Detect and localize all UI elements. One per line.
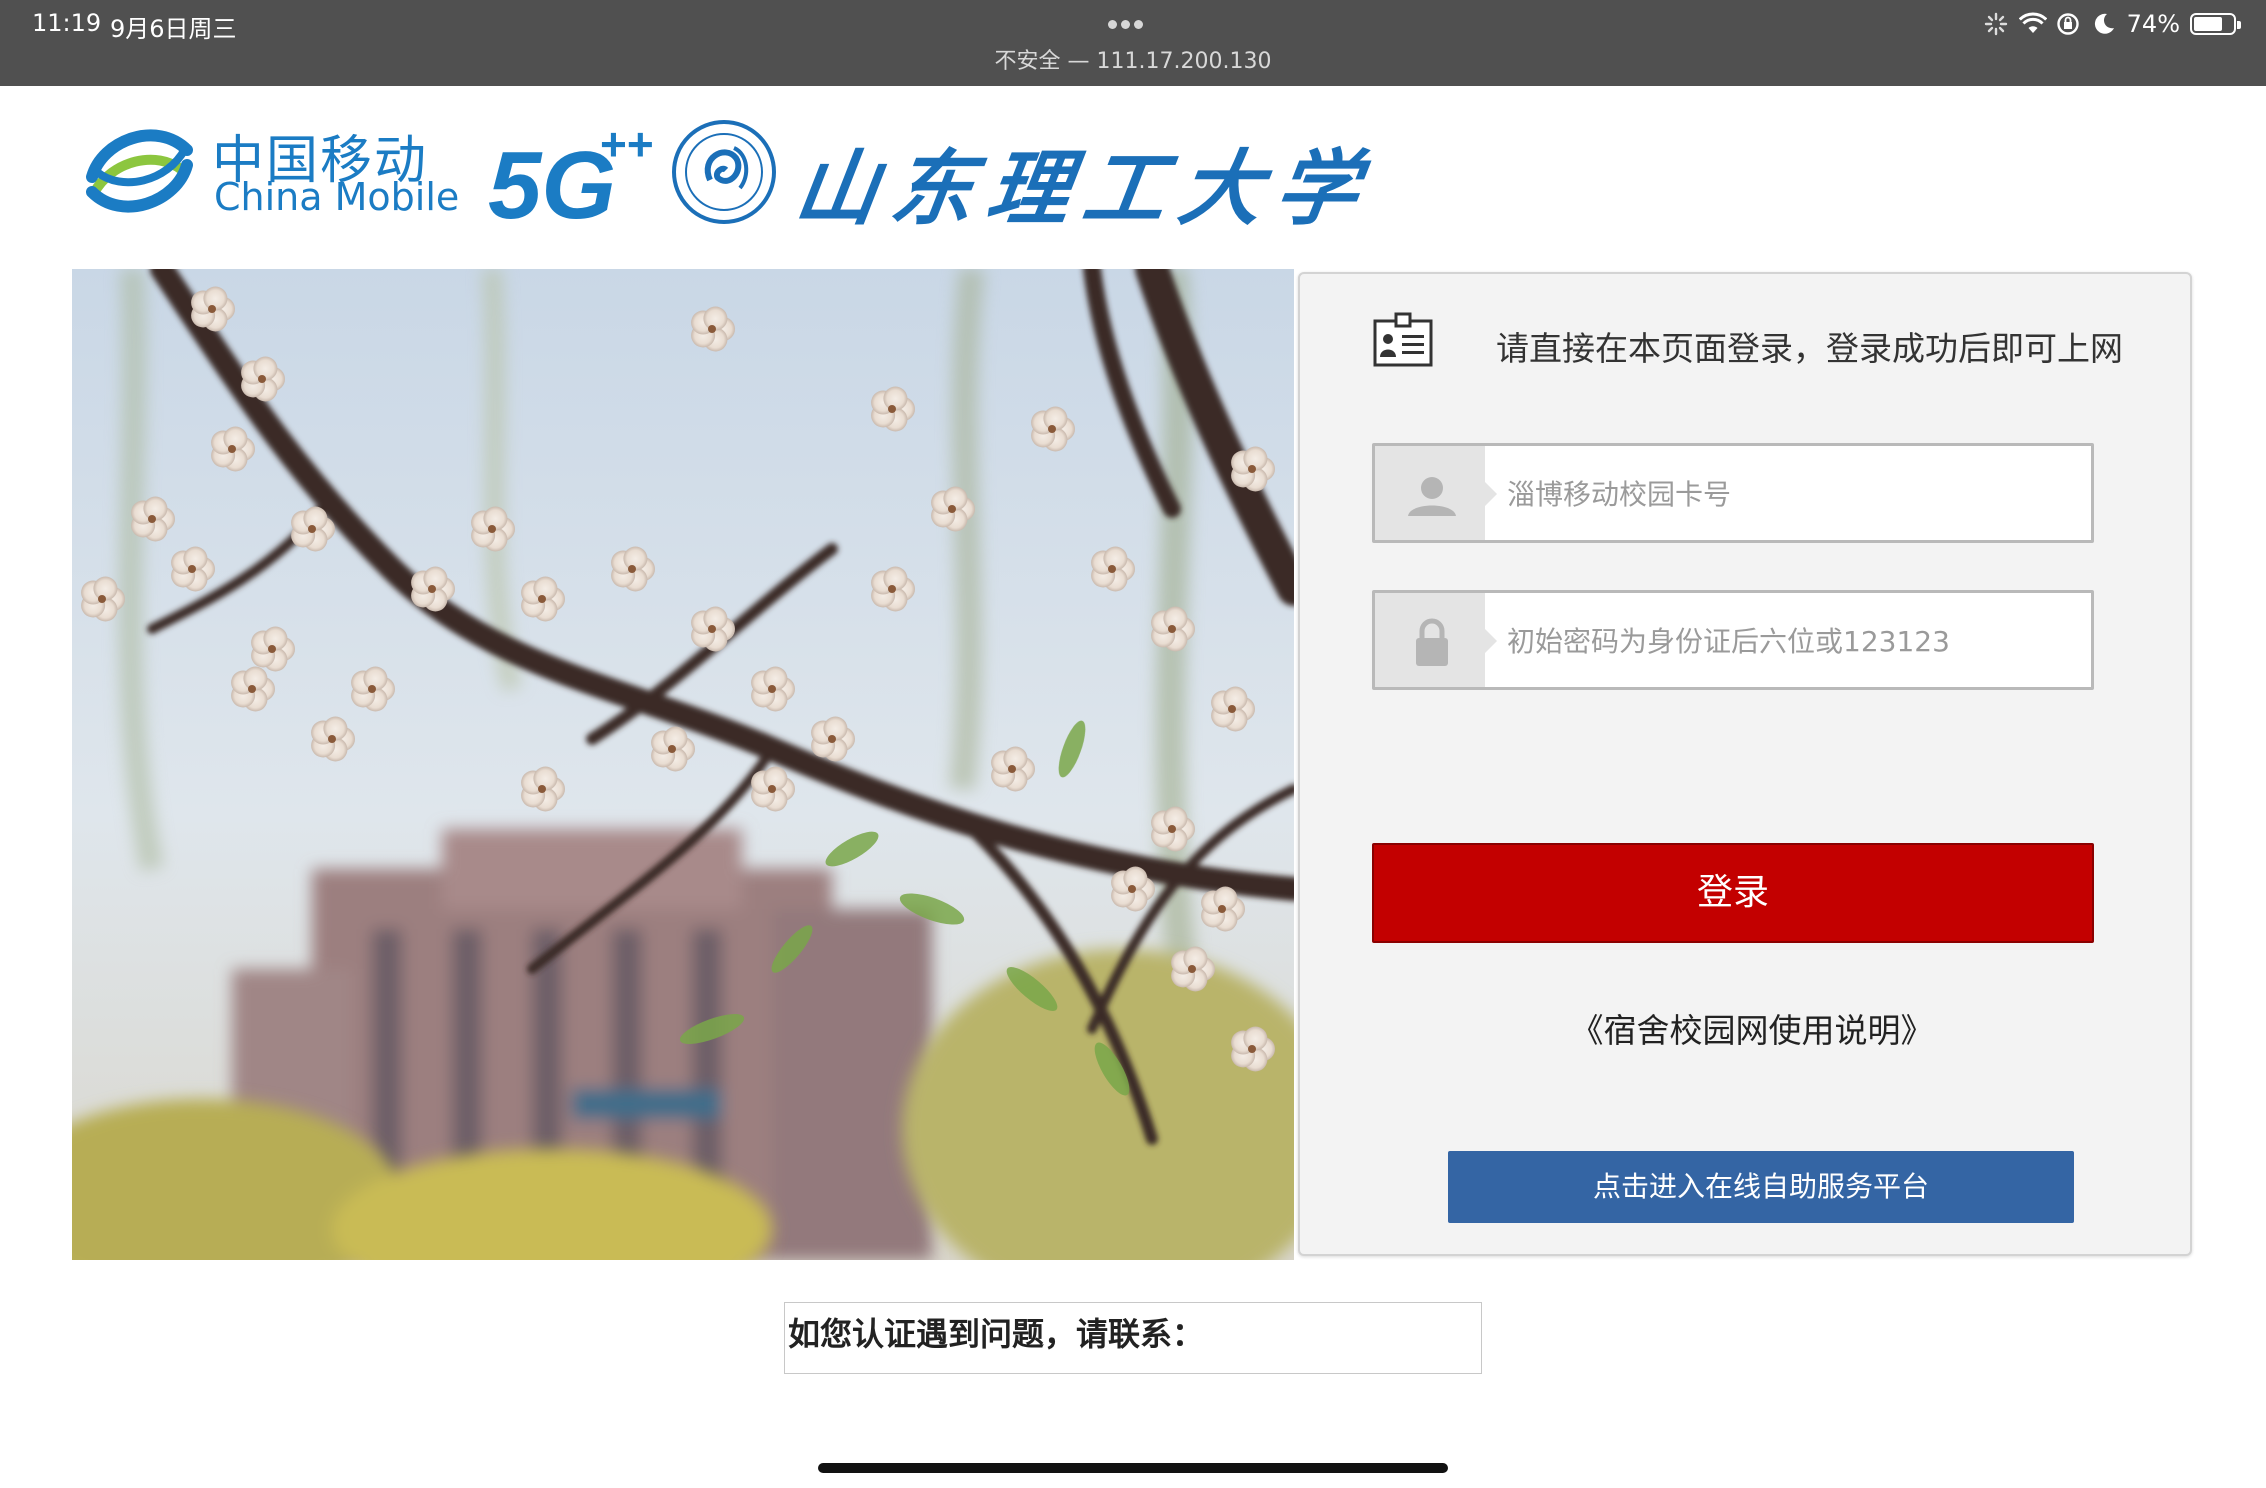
loading-spinner-icon — [1983, 11, 2009, 37]
university-seal-icon — [670, 118, 778, 226]
campus-blossom-photo — [72, 269, 1294, 1260]
status-bar: 11:19 9月6日周三 不安全 — 111.17.200.130 74% — [0, 0, 2266, 86]
moon-icon — [2091, 11, 2117, 37]
username-input[interactable] — [1505, 446, 2069, 542]
password-field[interactable] — [1372, 590, 2094, 690]
lock-icon — [1375, 593, 1497, 687]
login-panel: 请直接在本页面登录，登录成功后即可上网 登录 《宿舍校园网使用说明》 点击进入在… — [1298, 272, 2192, 1256]
status-date: 9月6日周三 — [110, 15, 237, 43]
china-mobile-english-name: China Mobile — [214, 175, 460, 219]
battery-percent: 74% — [2126, 10, 2180, 38]
home-indicator[interactable] — [818, 1463, 1448, 1473]
login-instruction: 请直接在本页面登录，登录成功后即可上网 — [1496, 329, 2123, 368]
usage-guide-link-container: 《宿舍校园网使用说明》 — [1300, 1004, 2190, 1052]
more-dots-icon[interactable] — [1108, 14, 1156, 29]
svg-text:++: ++ — [600, 118, 653, 170]
university-name: 山东理工大学 — [789, 141, 1379, 237]
id-card-icon — [1372, 311, 1434, 369]
china-mobile-logo-icon — [82, 115, 197, 227]
contact-text: 如您认证遇到问题，请联系： — [788, 1315, 1205, 1353]
login-button[interactable]: 登录 — [1372, 843, 2094, 943]
username-field[interactable] — [1372, 443, 2094, 543]
rotation-lock-icon — [2055, 11, 2081, 37]
status-time: 11:19 — [32, 9, 102, 37]
usage-guide-link[interactable]: 《宿舍校园网使用说明》 — [1571, 1004, 1934, 1052]
status-indicators: 74% — [1983, 9, 2241, 39]
contact-box: 如您认证遇到问题，请联系： — [784, 1302, 1482, 1374]
address-bar-url[interactable]: 不安全 — 111.17.200.130 — [0, 43, 2266, 75]
wifi-icon — [2018, 11, 2047, 37]
battery-icon — [2190, 13, 2241, 35]
self-service-platform-button[interactable]: 点击进入在线自助服务平台 — [1448, 1151, 2074, 1223]
5g-plus-logo-icon: 5G ++ — [488, 118, 654, 239]
svg-text:5G: 5G — [488, 132, 616, 228]
user-icon — [1375, 446, 1497, 540]
password-input[interactable] — [1505, 593, 2069, 689]
